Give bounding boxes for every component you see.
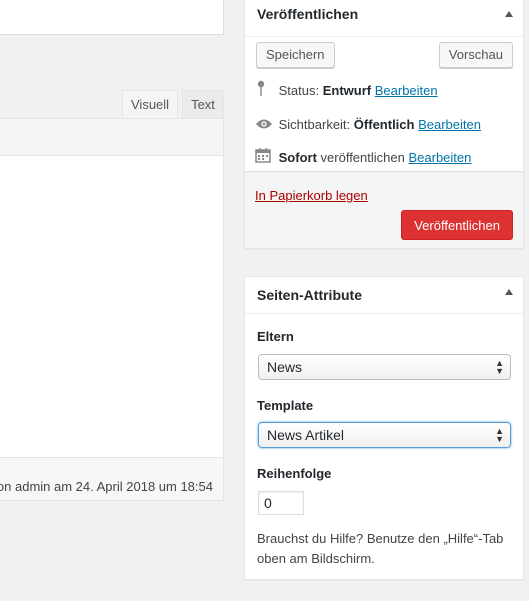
publish-box-title: Veröffentlichen bbox=[257, 6, 359, 22]
template-label: Template bbox=[257, 398, 314, 413]
visibility-label: Sichtbarkeit: bbox=[278, 117, 351, 132]
status-label: Status: bbox=[278, 82, 320, 98]
parent-label: Eltern bbox=[257, 329, 294, 344]
parent-select[interactable]: News ▲ ▼ bbox=[258, 354, 511, 380]
edit-visibility-link[interactable]: Bearbeiten bbox=[418, 117, 481, 132]
publish-button[interactable]: Veröffentlichen bbox=[401, 210, 513, 240]
last-edited-text: von admin am 24. April 2018 um 18:54 bbox=[0, 479, 213, 494]
content-editor[interactable]: von admin am 24. April 2018 um 18:54 bbox=[0, 118, 224, 501]
publish-actions: In Papierkorb legen Veröffentlichen bbox=[245, 171, 523, 248]
toggle-arrow-icon[interactable] bbox=[505, 11, 513, 17]
save-draft-button[interactable]: Speichern bbox=[256, 42, 335, 68]
status-value: Entwurf bbox=[322, 82, 372, 98]
parent-select-value: News bbox=[267, 359, 303, 375]
tab-visual[interactable]: Visuell bbox=[122, 90, 179, 119]
order-label: Reihenfolge bbox=[257, 466, 332, 481]
publish-box: Veröffentlichen Speichern Vorschau Statu… bbox=[244, 0, 524, 249]
tab-text[interactable]: Text bbox=[182, 90, 224, 119]
edit-status-link[interactable]: Bearbeiten bbox=[375, 83, 438, 98]
template-select-value: News Artikel bbox=[267, 427, 345, 443]
pin-icon bbox=[255, 79, 275, 104]
schedule-suffix: veröffentlichen bbox=[320, 150, 405, 165]
page-attributes-header[interactable]: Seiten-Attribute bbox=[245, 277, 523, 314]
order-input[interactable]: 0 bbox=[258, 491, 304, 515]
editor-toolbar bbox=[0, 119, 223, 156]
template-select[interactable]: News Artikel ▲ ▼ bbox=[258, 422, 511, 448]
calendar-icon bbox=[255, 147, 275, 170]
page-attributes-box: Seiten-Attribute Eltern News ▲ ▼ Template… bbox=[244, 276, 524, 580]
editor-status-bar: von admin am 24. April 2018 um 18:54 bbox=[0, 457, 223, 500]
publish-box-header[interactable]: Veröffentlichen bbox=[245, 0, 523, 37]
toggle-arrow-icon[interactable] bbox=[505, 289, 513, 295]
help-text: Brauchst du Hilfe? Benutze den „Hilfe“-T… bbox=[257, 531, 504, 566]
schedule-value: Sofort bbox=[278, 150, 317, 165]
edit-schedule-link[interactable]: Bearbeiten bbox=[408, 150, 471, 165]
visibility-row: Sichtbarkeit: Öffentlich Bearbeiten bbox=[255, 114, 513, 136]
move-to-trash-link[interactable]: In Papierkorb legen bbox=[255, 188, 368, 203]
visibility-value: Öffentlich bbox=[353, 117, 415, 132]
eye-icon bbox=[255, 115, 275, 137]
status-row: Status: Entwurf Bearbeiten bbox=[255, 79, 513, 101]
page-attributes-title: Seiten-Attribute bbox=[257, 287, 362, 303]
schedule-row: Sofort veröffentlichen Bearbeiten bbox=[255, 147, 513, 169]
preview-button[interactable]: Vorschau bbox=[438, 42, 513, 68]
editor-tabs: Visuell Text bbox=[118, 90, 224, 119]
select-arrows-icon: ▲ ▼ bbox=[495, 358, 504, 376]
title-input-area[interactable] bbox=[0, 0, 224, 35]
select-arrows-icon: ▲ ▼ bbox=[495, 426, 504, 444]
